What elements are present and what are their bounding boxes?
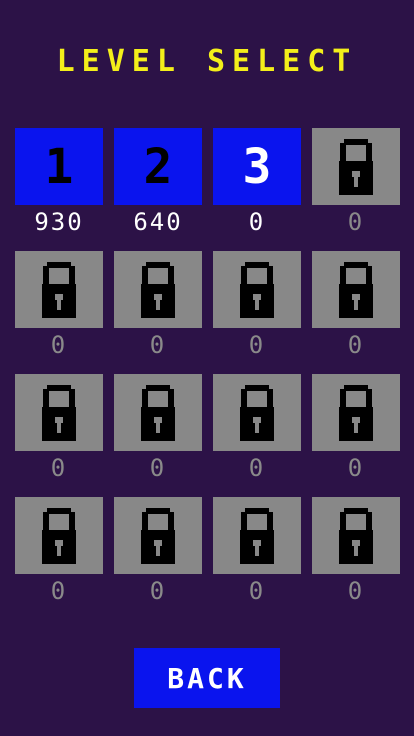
padlock-icon [339,507,373,564]
level-score: 0 [248,208,266,236]
level-3-button[interactable]: 3 [213,128,301,205]
locked-level-tile [114,497,202,574]
level-score: 0 [347,208,365,236]
level-score: 0 [50,454,68,482]
level-number: 1 [44,138,74,195]
locked-level-tile [15,497,103,574]
padlock-icon [42,507,76,564]
level-row: 1 930 2 640 3 0 0 [15,128,403,251]
back-button[interactable]: BACK [134,648,280,708]
level-cell: 0 [15,251,103,374]
level-score: 930 [34,208,84,236]
level-score: 0 [149,454,167,482]
level-cell: 30 [213,128,301,251]
level-score: 0 [50,577,68,605]
padlock-icon [141,384,175,441]
level-score: 0 [248,454,266,482]
level-cell: 0 [114,374,202,497]
locked-level-tile [114,374,202,451]
locked-level-tile [15,251,103,328]
level-cell: 0 [312,374,400,497]
level-score: 0 [347,331,365,359]
locked-level-tile [213,251,301,328]
level-cell: 0 [114,251,202,374]
level-cell: 0 [15,497,103,620]
level-cell: 0 [312,251,400,374]
locked-level-tile [15,374,103,451]
level-score: 0 [347,454,365,482]
padlock-icon [240,507,274,564]
level-score: 0 [347,577,365,605]
level-score: 0 [149,577,167,605]
locked-level-tile [114,251,202,328]
level-score: 0 [149,331,167,359]
level-row: 0 0 0 0 [15,251,403,374]
padlock-icon [240,261,274,318]
level-cell: 0 [114,497,202,620]
level-score: 0 [248,331,266,359]
level-number: 3 [242,138,272,195]
level-cell: 0 [312,128,400,251]
padlock-icon [339,261,373,318]
padlock-icon [240,384,274,441]
level-cell: 0 [213,251,301,374]
level-cell: 0 [213,497,301,620]
level-grid: 1 930 2 640 3 0 0 0 0 0 0 0 0 0 0 0 0 0 0 [15,128,403,620]
padlock-icon [339,384,373,441]
level-row: 0 0 0 0 [15,497,403,620]
locked-level-tile [312,497,400,574]
padlock-icon [42,261,76,318]
level-cell: 0 [312,497,400,620]
locked-level-tile [213,497,301,574]
level-number: 2 [143,138,173,195]
padlock-icon [141,261,175,318]
page-title: LEVEL SELECT [56,44,358,79]
locked-level-tile [312,251,400,328]
locked-level-tile [312,374,400,451]
level-row: 0 0 0 0 [15,374,403,497]
level-2-button[interactable]: 2 [114,128,202,205]
padlock-icon [42,384,76,441]
level-cell: 1 930 [15,128,103,251]
locked-level-tile [312,128,400,205]
level-cell: 0 [213,374,301,497]
level-score: 0 [50,331,68,359]
level-score: 0 [248,577,266,605]
level-1-button[interactable]: 1 [15,128,103,205]
level-score: 640 [133,208,183,236]
padlock-icon [339,138,373,195]
level-cell: 2 640 [114,128,202,251]
level-cell: 0 [15,374,103,497]
locked-level-tile [213,374,301,451]
padlock-icon [141,507,175,564]
